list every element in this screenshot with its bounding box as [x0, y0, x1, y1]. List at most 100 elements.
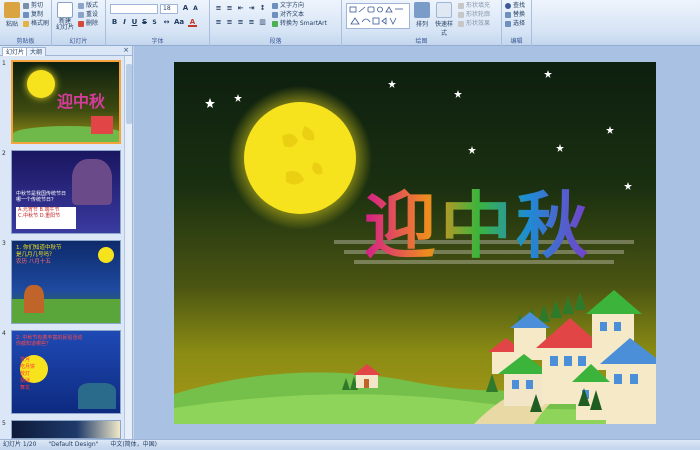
scroll-thumb[interactable] — [126, 64, 132, 124]
thumbnail-number: 2 — [2, 150, 6, 157]
char-spacing-button[interactable]: ↔ — [162, 18, 171, 27]
copy-button[interactable]: 复制 — [23, 11, 43, 19]
quick-styles-icon — [436, 2, 452, 18]
slide-thumbnail-3[interactable]: 1. 你们知道中秋节 是几月几号吗？ 农历 八月十五 — [11, 240, 121, 324]
thumb-options: 赏月 吃月饼 放灯 猜谜 舞龙 — [20, 357, 36, 391]
slides-group: 新建 幻灯片 版式 重设 删除 幻灯片 — [52, 0, 106, 46]
arrange-icon — [414, 2, 430, 18]
slide-thumbnail-2[interactable]: 中秋节是我国传统节日 哪一个传统节日？ A.元宵节 B.端午节 C.中秋节 D.… — [11, 150, 121, 234]
decrease-indent-button[interactable]: ⇤ — [236, 4, 245, 13]
strikethrough-button[interactable]: S — [140, 18, 149, 27]
smartart-icon — [272, 20, 278, 27]
scissors-icon — [23, 2, 29, 9]
moon — [244, 102, 356, 214]
search-icon — [505, 2, 511, 9]
delete-slide-button[interactable]: 删除 — [78, 20, 98, 28]
quick-styles-button[interactable]: 快速样式 — [433, 2, 455, 37]
cut-button[interactable]: 剪切 — [23, 2, 43, 10]
align-text-icon — [272, 11, 278, 18]
replace-button[interactable]: 替换 — [505, 11, 525, 19]
columns-button[interactable]: ▥ — [258, 18, 267, 27]
layout-button[interactable]: 版式 — [78, 2, 98, 10]
change-case-button[interactable]: Aa — [174, 18, 184, 27]
italic-button[interactable]: I — [120, 18, 129, 27]
layout-icon — [78, 2, 84, 9]
font-name-select[interactable] — [110, 4, 158, 14]
panel-scrollbar[interactable] — [124, 56, 132, 439]
thumb-figure — [72, 159, 112, 205]
bold-button[interactable]: B — [110, 18, 119, 27]
select-button[interactable]: 选择 — [505, 20, 525, 28]
slide-thumbnail-4[interactable]: 2. 中秋节有着丰富的民俗活动 你都知道哪些？ 赏月 吃月饼 放灯 猜谜 舞龙 — [11, 330, 121, 414]
editing-group-label: 编辑 — [510, 38, 523, 45]
status-bar: 幻灯片 1/20 "Default Design" 中文(简体，中国) — [0, 439, 700, 449]
paint-bucket-icon — [458, 2, 464, 9]
bullets-button[interactable]: ≡ — [214, 4, 223, 13]
increase-indent-button[interactable]: ⇥ — [247, 4, 256, 13]
effects-icon — [458, 20, 464, 27]
thumb-moon — [98, 247, 114, 263]
slide-indicator: 幻灯片 1/20 — [3, 441, 37, 448]
thumbnail-number: 5 — [2, 420, 6, 427]
current-slide[interactable]: 迎中秋 — [174, 62, 656, 424]
language-indicator[interactable]: 中文(简体，中国) — [110, 441, 157, 448]
shape-outline-button[interactable]: 形状轮廓 — [458, 11, 490, 19]
thumb-houses — [91, 116, 113, 134]
numbering-button[interactable]: ≡ — [225, 4, 234, 13]
ribbon: 粘贴 剪切 复制 格式刷 剪贴板 新建 幻灯片 版式 重设 删除 幻灯片 18 … — [0, 0, 700, 46]
font-color-button[interactable]: A — [188, 18, 197, 27]
shapes-gallery[interactable] — [346, 3, 410, 29]
small-house — [353, 364, 381, 388]
thumb-moon — [27, 70, 55, 98]
theme-name[interactable]: "Default Design" — [48, 441, 98, 448]
shape-effects-button[interactable]: 形状效果 — [458, 20, 490, 28]
pen-icon — [458, 11, 464, 18]
align-center-button[interactable]: ≡ — [225, 18, 234, 27]
clipboard-group-label: 剪贴板 — [16, 38, 35, 45]
thumbnail-number: 1 — [2, 60, 6, 67]
align-text-button[interactable]: 对齐文本 — [272, 11, 304, 19]
slide-thumbnail-1[interactable]: 迎中秋 — [11, 60, 121, 144]
thumb-question: 1. 你们知道中秋节 是几月几号吗？ 农历 八月十五 — [16, 245, 62, 265]
thumbnail-number: 3 — [2, 240, 6, 247]
align-right-button[interactable]: ≡ — [236, 18, 245, 27]
clipboard-group: 粘贴 剪切 复制 格式刷 剪贴板 — [0, 0, 52, 46]
slide-thumbnail-5[interactable] — [11, 420, 121, 439]
panel-tabs: 幻灯片 大纲 × — [0, 46, 132, 56]
line-spacing-button[interactable]: ↕ — [258, 4, 267, 13]
format-painter-button[interactable]: 格式刷 — [23, 20, 49, 28]
drawing-group-label: 绘图 — [415, 38, 428, 45]
reset-icon — [78, 11, 84, 18]
slides-group-label: 幻灯片 — [69, 38, 88, 45]
underline-button[interactable]: U — [130, 18, 139, 27]
slides-panel: 幻灯片 大纲 × 1 迎中秋 2 中秋节是我国传统节日 哪一个传统节日？ A.元… — [0, 46, 133, 439]
tab-slides[interactable]: 幻灯片 — [2, 47, 29, 56]
font-group: 18 A A B I U S S ↔ Aa A 字体 — [106, 0, 210, 46]
replace-icon — [505, 11, 511, 18]
thumb-options: A.元宵节 B.端午节 C.中秋节 D.重阳节 — [16, 207, 76, 229]
shape-fill-button[interactable]: 形状填充 — [458, 2, 490, 10]
paste-button[interactable]: 粘贴 — [3, 2, 21, 28]
thumbnail-number: 4 — [2, 330, 6, 337]
grow-font-button[interactable]: A — [181, 4, 190, 13]
find-button[interactable]: 查找 — [505, 2, 525, 10]
thumb-figure — [24, 285, 44, 313]
align-left-button[interactable]: ≡ — [214, 18, 223, 27]
font-size-select[interactable]: 18 — [160, 4, 178, 14]
justify-button[interactable]: ≡ — [247, 18, 256, 27]
reset-button[interactable]: 重设 — [78, 11, 98, 19]
slide-title[interactable]: 迎中秋 — [364, 186, 592, 266]
convert-smartart-button[interactable]: 转换为 SmartArt — [272, 20, 327, 28]
text-direction-icon — [272, 2, 278, 9]
tab-outline[interactable]: 大纲 — [26, 47, 47, 56]
shrink-font-button[interactable]: A — [191, 4, 200, 13]
new-slide-button[interactable]: 新建 幻灯片 — [55, 2, 75, 31]
paste-icon — [4, 2, 20, 18]
brush-icon — [23, 20, 29, 27]
paragraph-group: ≡ ≡ ⇤ ⇥ ↕ ≡ ≡ ≡ ≡ ▥ 文字方向 对齐文本 转换为 SmartA… — [210, 0, 342, 46]
shadow-button[interactable]: S — [150, 18, 159, 27]
arrange-button[interactable]: 排列 — [414, 2, 430, 28]
text-direction-button[interactable]: 文字方向 — [272, 2, 304, 10]
delete-icon — [78, 20, 84, 27]
close-panel-icon[interactable]: × — [123, 46, 129, 54]
